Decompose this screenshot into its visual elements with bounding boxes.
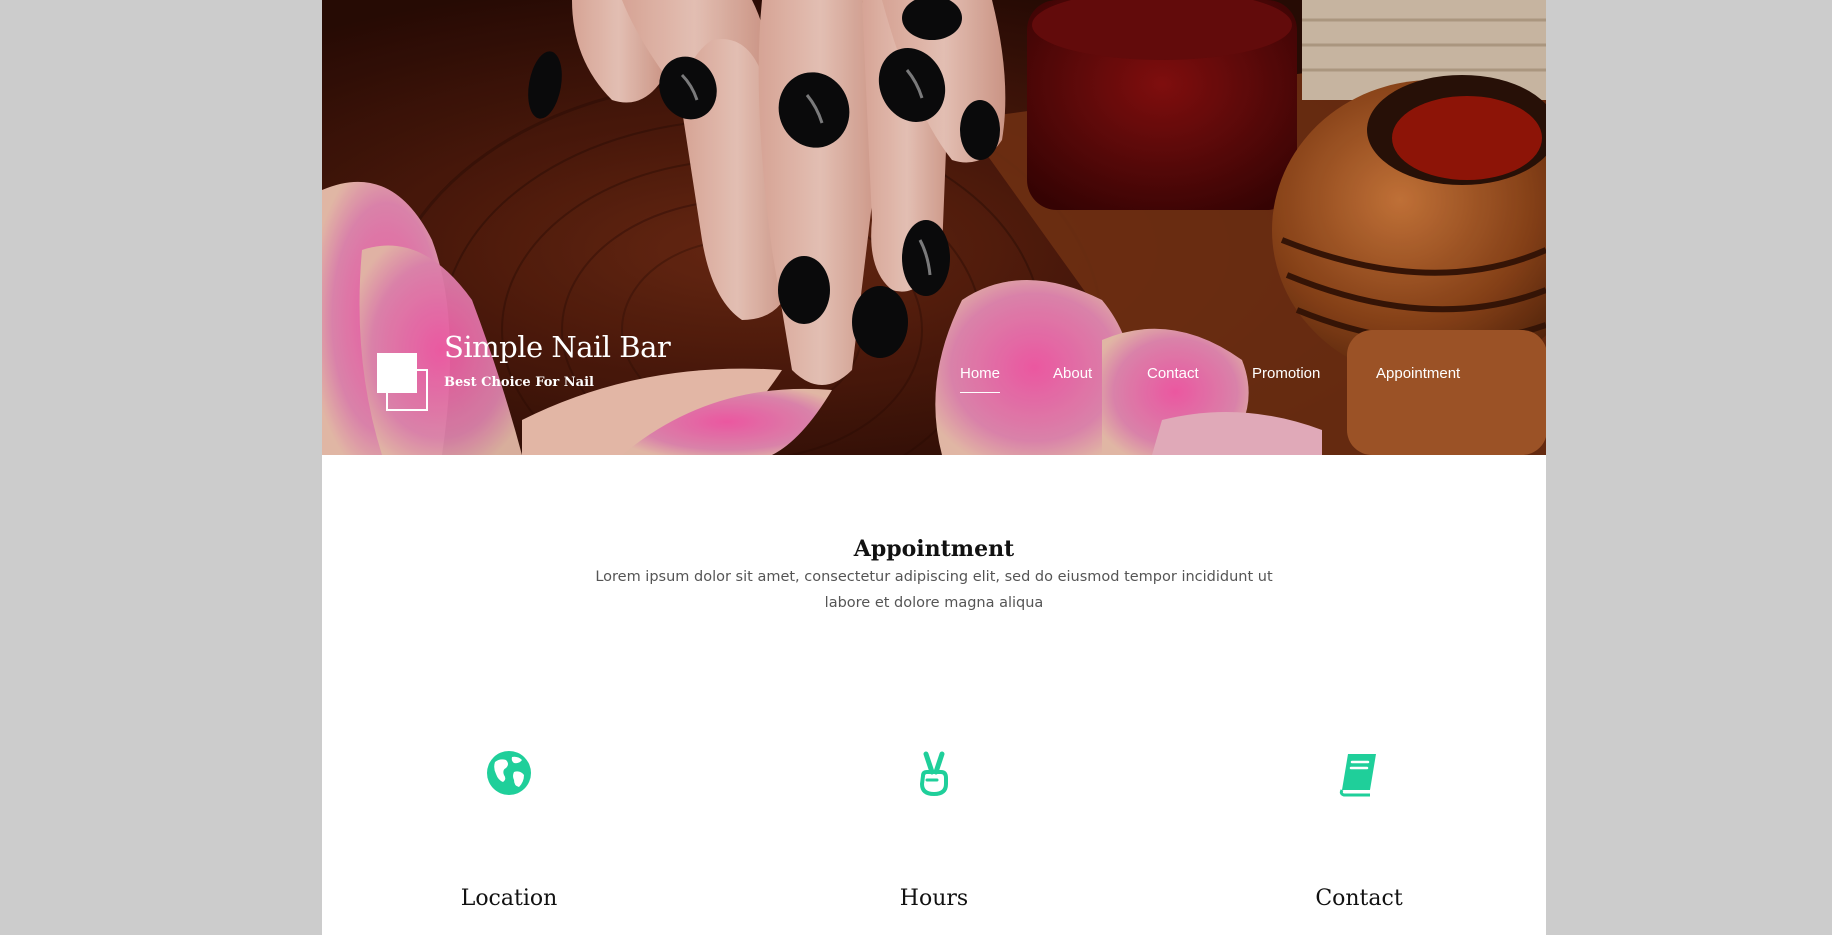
- page: Simple Nail Bar Best Choice For Nail Hom…: [322, 0, 1546, 935]
- hero-banner: Simple Nail Bar Best Choice For Nail Hom…: [322, 0, 1546, 455]
- nav-home[interactable]: Home: [960, 364, 1001, 393]
- section-title: Appointment: [853, 536, 1015, 562]
- feature-label: Hours: [899, 886, 969, 911]
- main-nav: Home About Contact Promotion Appointment: [322, 364, 1546, 394]
- feature-hours: Hours: [834, 748, 1034, 935]
- nav-about[interactable]: About: [1053, 364, 1092, 384]
- nav-contact[interactable]: Contact: [1147, 364, 1199, 384]
- feature-contact: Contact: [1259, 748, 1459, 935]
- globe-icon: [487, 751, 531, 795]
- peace-hand-icon: [919, 751, 948, 797]
- section-description: Lorem ipsum dolor sit amet, consectetur …: [595, 569, 1273, 611]
- feature-label: Location: [460, 886, 558, 911]
- nav-promotion[interactable]: Promotion: [1252, 364, 1320, 384]
- site-title[interactable]: Simple Nail Bar: [444, 330, 671, 364]
- book-icon: [1339, 754, 1376, 797]
- feature-label: Contact: [1315, 886, 1403, 911]
- nav-appointment[interactable]: Appointment: [1376, 364, 1460, 384]
- feature-location: Location: [409, 748, 609, 935]
